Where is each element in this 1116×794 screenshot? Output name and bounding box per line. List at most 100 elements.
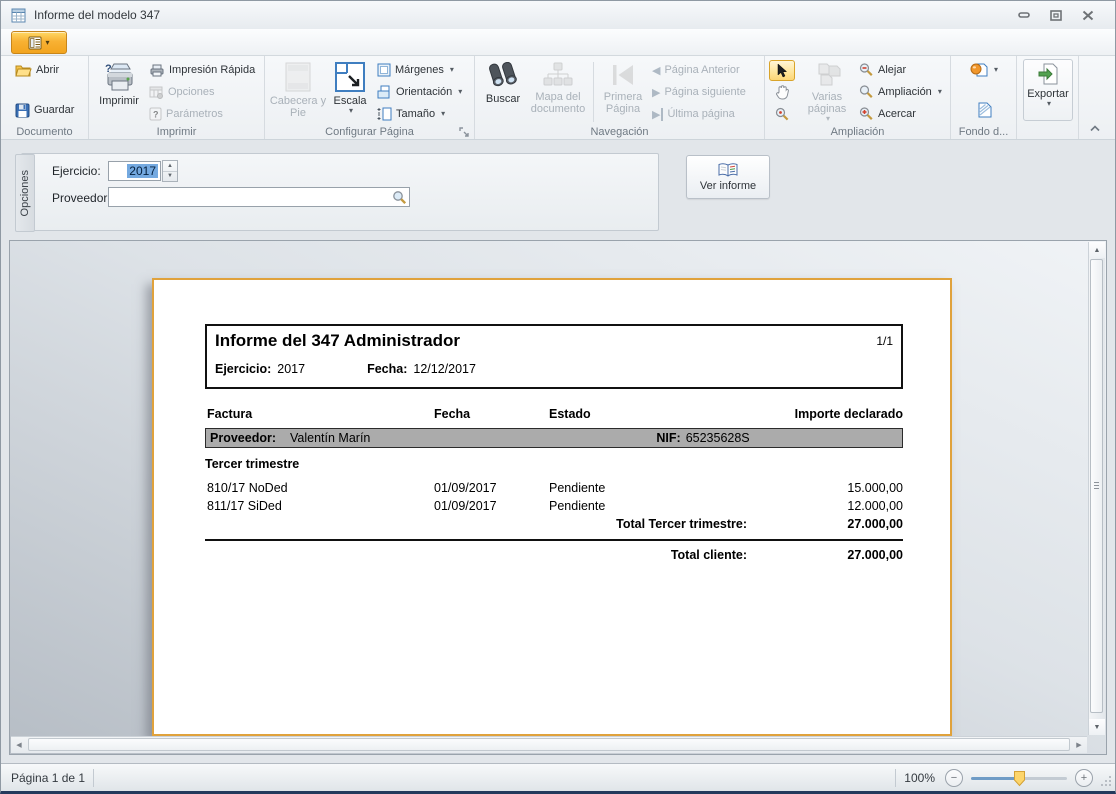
zoom-tool-button[interactable] (769, 103, 795, 124)
ampliacion-label: Ampliación (878, 86, 932, 98)
hand-icon (775, 85, 789, 100)
report-header-box: Informe del 347 Administrador 1/1 Ejerci… (205, 324, 903, 389)
zoom-slider-thumb[interactable] (1013, 770, 1026, 790)
acercar-button[interactable]: Acercar (855, 104, 946, 124)
ribbon-group-fondo: ▾ Fondo d... (951, 56, 1017, 139)
abrir-label: Abrir (36, 64, 59, 76)
scroll-down-icon: ▼ (1094, 724, 1101, 731)
tamano-button[interactable]: Tamaño ▾ (373, 104, 466, 124)
ribbon-group-documento: Abrir Guardar Documento (1, 56, 89, 139)
ejercicio-input[interactable]: 2017 (108, 161, 161, 181)
ver-informe-button[interactable]: Ver informe (686, 155, 770, 199)
pagina-anterior-button[interactable]: ◀ Página Anterior (648, 60, 750, 80)
pointer-arrow-icon (776, 63, 788, 78)
scale-icon (335, 62, 365, 92)
previous-page-icon: ◀ (652, 64, 660, 77)
row-fecha: 01/09/2017 (434, 481, 497, 495)
opciones-button[interactable]: Opciones (145, 82, 259, 102)
alejar-button[interactable]: Alejar (855, 60, 946, 80)
scroll-left-button[interactable]: ◀ (11, 737, 27, 753)
scroll-up-icon: ▲ (1094, 247, 1101, 254)
nif-label: NIF: (656, 431, 680, 445)
chevron-down-icon: ▾ (458, 88, 462, 96)
horizontal-scrollbar[interactable]: ◀ ▶ (11, 736, 1087, 753)
plus-icon: + (1081, 772, 1087, 784)
chevron-down-icon: ▾ (441, 110, 445, 118)
maximize-icon (1050, 10, 1062, 21)
zoom-slider[interactable] (971, 769, 1067, 787)
collapse-ribbon-button[interactable] (1085, 121, 1105, 135)
total-cliente-label: Total cliente: (671, 548, 747, 562)
multiple-pages-icon (813, 62, 841, 88)
status-bar: Página 1 de 1 100% − + (1, 763, 1115, 791)
report-fecha-label: Fecha: (367, 362, 407, 376)
cabecera-pie-button[interactable]: Cabecera y Pie (269, 59, 327, 125)
ultima-pagina-button[interactable]: ▶ Última página (648, 104, 750, 124)
orientacion-button[interactable]: Orientación ▾ (373, 82, 466, 102)
guardar-label: Guardar (34, 104, 74, 116)
col-importe: Importe declarado (795, 407, 903, 421)
varias-paginas-button[interactable]: Varias páginas ▾ (799, 59, 855, 125)
exportar-button[interactable]: Exportar ▾ (1023, 59, 1073, 121)
scroll-up-button[interactable]: ▲ (1089, 242, 1105, 258)
imprimir-button[interactable]: ? Imprimir (93, 59, 145, 125)
group-label-configurar: Configurar Página (265, 126, 474, 138)
abrir-button[interactable]: Abrir (11, 60, 85, 80)
ribbon-group-imprimir: ? Imprimir Im (89, 56, 265, 139)
report-menu-icon (28, 36, 42, 50)
page-color-icon (970, 62, 988, 78)
maximize-button[interactable] (1047, 8, 1065, 22)
primera-pagina-button[interactable]: Primera Página (598, 59, 648, 125)
close-icon (1082, 10, 1094, 21)
orientation-icon (377, 85, 392, 99)
vertical-scroll-thumb[interactable] (1090, 259, 1103, 713)
parametros-button[interactable]: ? Parámetros (145, 104, 259, 124)
horizontal-scroll-thumb[interactable] (28, 738, 1070, 751)
spin-up-icon[interactable]: ▲ (163, 161, 177, 172)
zoom-out-icon (859, 63, 874, 77)
impresion-rapida-button[interactable]: Impresión Rápida (145, 60, 259, 80)
hand-tool-button[interactable] (769, 82, 795, 103)
proveedor-input[interactable] (109, 189, 392, 205)
application-menu-button[interactable]: ▾ (11, 31, 67, 54)
escala-button[interactable]: Escala ▾ (327, 59, 373, 125)
alejar-label: Alejar (878, 64, 906, 76)
buscar-button[interactable]: Buscar (479, 59, 527, 125)
report-ejercicio-label: Ejercicio: (215, 362, 271, 376)
window-title: Informe del modelo 347 (34, 8, 160, 22)
table-row: 810/17 NoDed 01/09/2017 Pendiente 15.000… (205, 481, 903, 496)
ejercicio-spinner[interactable]: ▲ ▼ (162, 160, 178, 182)
close-button[interactable] (1079, 8, 1097, 22)
margins-icon (377, 63, 391, 77)
cabecera-pie-label: Cabecera y Pie (269, 95, 327, 119)
summary-divider (205, 539, 903, 541)
ampliacion-button[interactable]: Ampliación ▾ (855, 82, 946, 102)
chevron-down-icon: ▾ (45, 39, 49, 47)
color-fondo-button[interactable]: ▾ (966, 60, 1002, 80)
quick-print-icon (149, 64, 165, 77)
margenes-button[interactable]: Márgenes ▾ (373, 60, 466, 80)
vertical-scrollbar[interactable]: ▲ ▼ (1088, 242, 1105, 735)
proveedor-label: Proveedor: (52, 191, 111, 205)
zoom-out-button[interactable]: − (945, 769, 963, 787)
minimize-icon (1018, 12, 1030, 18)
mapa-documento-button[interactable]: Mapa del documento (527, 59, 589, 125)
guardar-button[interactable]: Guardar (11, 100, 85, 120)
resize-grip[interactable] (1099, 774, 1113, 791)
row-factura: 810/17 NoDed (207, 481, 288, 495)
zoom-in-button[interactable]: + (1075, 769, 1093, 787)
report-page: Informe del 347 Administrador 1/1 Ejerci… (152, 278, 952, 736)
printer-icon: ? (102, 62, 136, 92)
search-icon[interactable] (392, 190, 407, 205)
marca-agua-button[interactable] (973, 100, 996, 120)
scroll-right-button[interactable]: ▶ (1071, 737, 1087, 753)
scroll-down-button[interactable]: ▼ (1089, 719, 1105, 735)
report-ejercicio-value: 2017 (277, 362, 305, 376)
page-size-icon (377, 107, 392, 121)
pointer-tool-button[interactable] (769, 60, 795, 81)
minimize-button[interactable] (1015, 8, 1033, 22)
options-tab-label: Opciones (19, 170, 31, 216)
spin-down-icon[interactable]: ▼ (163, 172, 177, 182)
pagina-siguiente-button[interactable]: ▶ Página siguiente (648, 82, 750, 102)
nif-value: 65235628S (686, 431, 750, 445)
